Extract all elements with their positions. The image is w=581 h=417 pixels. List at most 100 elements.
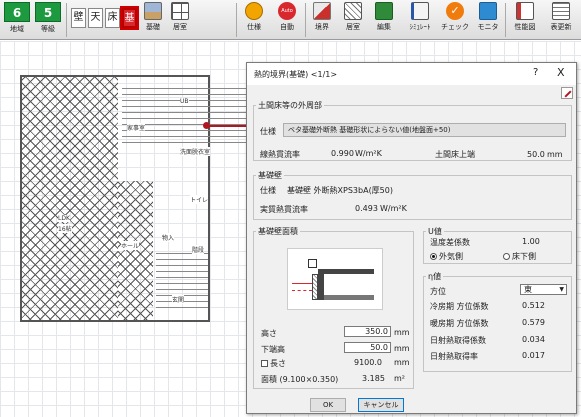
- boundary-button[interactable]: 境界: [309, 2, 335, 38]
- help-button[interactable]: ?: [533, 67, 538, 78]
- linear-transmittance-label: 線熱貫流率: [260, 150, 300, 159]
- ldk-floor-hatch: [22, 77, 118, 320]
- spec-icon: [245, 2, 263, 20]
- room-label-ldk-area: 16帖: [58, 224, 72, 233]
- foundation-wall-spec-label: 仕様: [260, 186, 276, 195]
- foundation-icon: [144, 2, 162, 20]
- bottom-height-input[interactable]: 50.0: [344, 342, 391, 353]
- slab-top-value: 50.0: [527, 150, 545, 159]
- auto-icon: Auto: [278, 2, 296, 20]
- dialog-title: 熱的境界(基礎) <1/1>: [254, 70, 338, 79]
- area-label: 面積 (9.100×0.350): [261, 375, 339, 384]
- toolbar-separator: [305, 3, 306, 37]
- room-label-bath: UB: [180, 98, 189, 105]
- bottom-height-label: 下端高: [261, 345, 285, 354]
- spec-label: 仕様: [247, 23, 261, 31]
- length-value: 9100.0: [354, 358, 382, 367]
- table-update-button[interactable]: 表更新: [544, 2, 578, 38]
- performance-chart-label: 性能図: [514, 23, 536, 31]
- pick-tool-icon[interactable]: [561, 87, 573, 99]
- length-unit: mm: [394, 358, 410, 367]
- actual-transmittance-label: 実質熱貫流率: [260, 205, 308, 214]
- radio-outside[interactable]: 外気側: [430, 251, 463, 262]
- wall-line: [20, 320, 210, 322]
- wet-area-lines: [122, 83, 246, 148]
- length-checkbox[interactable]: [261, 360, 268, 367]
- radio-outside-label: 外気側: [439, 252, 463, 261]
- check-button[interactable]: ✓ チェック: [440, 2, 470, 38]
- cancel-button[interactable]: キャンセル: [358, 398, 404, 412]
- toggle-wall[interactable]: 壁: [71, 8, 86, 28]
- toggle-foundation[interactable]: 基: [120, 6, 139, 30]
- spec-button[interactable]: 仕様: [241, 2, 267, 38]
- room2-label: 居室: [346, 23, 360, 31]
- temp-coef-label: 温度差係数: [430, 238, 470, 247]
- dialog-titlebar: 熱的境界(基礎) <1/1> ? X: [247, 63, 576, 85]
- thermal-boundary-dialog: 熱的境界(基礎) <1/1> ? X 土間床等の外周部 仕様 ベタ基礎外断熱 基…: [246, 62, 577, 414]
- direction-select[interactable]: 東 ▼: [520, 284, 567, 295]
- toolbar-separator: [505, 3, 506, 37]
- solar-gain-coef-label: 日射熱取得係数: [430, 336, 486, 345]
- radio-outside-dot[interactable]: [430, 253, 437, 260]
- simulate-button[interactable]: ｼﾐｭﾚｰﾄ: [403, 2, 437, 38]
- toggle-floor[interactable]: 床: [105, 8, 120, 28]
- toggle-ceiling[interactable]: 天: [88, 8, 103, 28]
- cool-coef-label: 冷房期 方位係数: [430, 302, 489, 311]
- actual-transmittance-unit: W/m²K: [380, 204, 407, 213]
- perimeter-group-label: 土間床等の外周部: [256, 100, 324, 111]
- performance-chart-icon: [516, 2, 534, 20]
- wall-area-group-label: 基礎壁面積: [256, 226, 300, 237]
- auto-button[interactable]: Auto 自動: [274, 2, 300, 38]
- perimeter-spec-button[interactable]: ベタ基礎外断熱 基礎形状によらない値(地盤面+50): [283, 123, 566, 137]
- temp-coef-value: 1.00: [522, 237, 540, 246]
- foundation-section-diagram: [287, 248, 383, 310]
- monitor-icon: [479, 2, 497, 20]
- area-value: 3.185: [362, 374, 385, 383]
- table-update-icon: [552, 2, 570, 20]
- length-checkbox-row[interactable]: 長さ: [261, 358, 286, 369]
- region-button[interactable]: 6 地域: [3, 2, 31, 38]
- radio-underfloor-dot[interactable]: [503, 253, 510, 260]
- foundation-wall-group-label: 基礎壁: [256, 170, 284, 181]
- room-tool-label: 居室: [173, 23, 187, 31]
- ok-button[interactable]: OK: [310, 398, 346, 412]
- room-label-toilet: トイレ: [190, 195, 209, 204]
- length-label: 長さ: [270, 359, 286, 368]
- grade-button[interactable]: 5 等級: [34, 2, 62, 38]
- main-toolbar: 6 地域 5 等級 壁 天 床 基 基礎 居室 仕様 Auto 自動 境界 居室…: [0, 0, 581, 40]
- simulate-icon: [411, 2, 429, 20]
- check-label: チェック: [441, 23, 469, 31]
- actual-transmittance-value: 0.493: [355, 204, 378, 213]
- height-unit: mm: [394, 328, 410, 337]
- room-label-washroom: 洗面脱衣室: [180, 147, 211, 156]
- monitor-button[interactable]: モニタ: [473, 2, 503, 38]
- performance-chart-button[interactable]: 性能図: [508, 2, 542, 38]
- boundary-icon: [313, 2, 331, 20]
- room2-button[interactable]: 居室: [340, 2, 366, 38]
- foundation-tool-button[interactable]: 基礎: [141, 2, 165, 38]
- height-input[interactable]: 350.0: [344, 326, 391, 337]
- room-label-utility: 家事室: [127, 123, 146, 132]
- toolbar-separator: [66, 3, 67, 37]
- radio-underfloor-label: 床下側: [512, 252, 536, 261]
- edit-label: 編集: [377, 23, 391, 31]
- linear-transmittance-value: 0.990: [331, 149, 354, 158]
- toolbar-separator: [236, 3, 237, 37]
- grade-number: 5: [35, 2, 61, 22]
- close-button[interactable]: X: [557, 66, 565, 79]
- foundation-wall-spec-value: 基礎壁 外断熱XPS3bA(厚50): [287, 186, 393, 195]
- room-label-stairs: 階段: [192, 245, 205, 254]
- radio-underfloor[interactable]: 床下側: [503, 251, 536, 262]
- room-tool-button[interactable]: 居室: [168, 2, 192, 38]
- hall-floor-hatch: [118, 181, 153, 320]
- heat-coef-label: 暖房期 方位係数: [430, 319, 489, 328]
- room-label-storage: 物入: [162, 233, 175, 242]
- region-number: 6: [4, 2, 30, 22]
- room-label-entrance: 玄関: [172, 295, 185, 304]
- table-update-label: 表更新: [550, 23, 572, 31]
- room-label-ldk: LDK: [58, 215, 70, 222]
- u-value-group-label: U値: [426, 226, 444, 237]
- slab-top-label: 土間床上端: [435, 150, 475, 159]
- auto-badge: Auto: [281, 8, 293, 14]
- edit-button[interactable]: 編集: [371, 2, 397, 38]
